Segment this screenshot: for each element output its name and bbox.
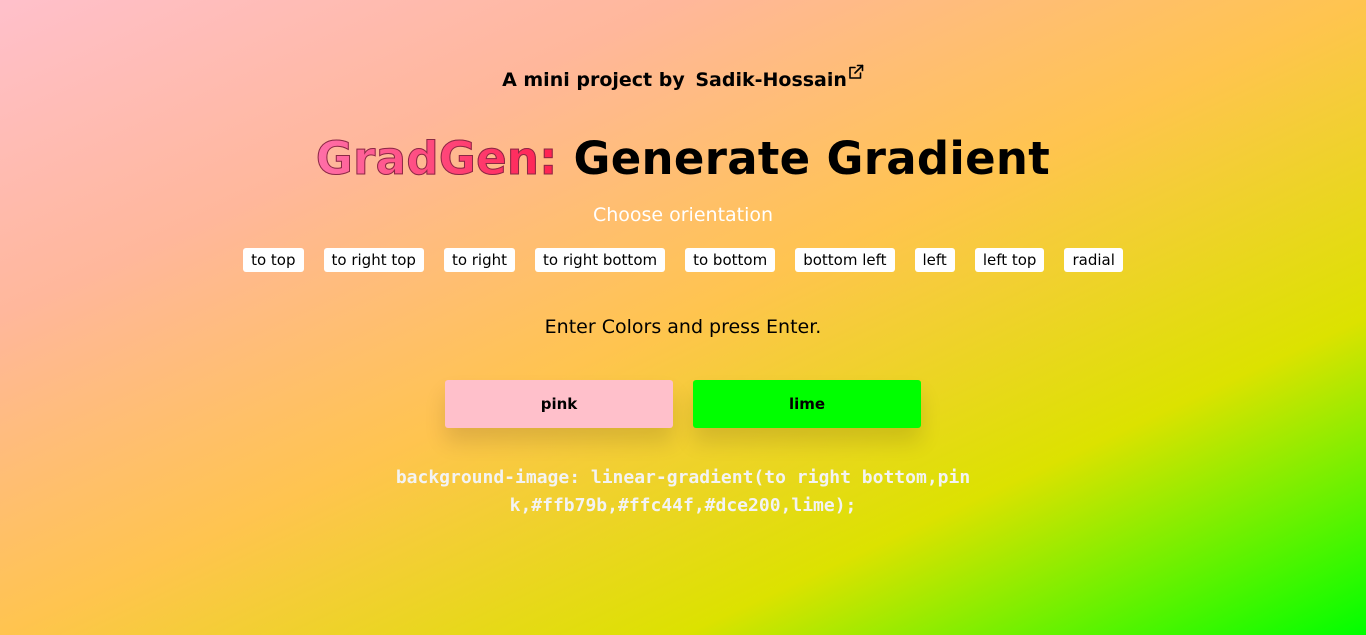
css-output-code[interactable]: background-image: linear-gradient(to rig… xyxy=(388,464,978,520)
byline: A mini project by Sadik-Hossain xyxy=(0,64,1366,95)
color-instruction: Enter Colors and press Enter. xyxy=(544,316,822,338)
external-link-icon xyxy=(849,64,864,79)
orientation-to-right-top-button[interactable]: to right top xyxy=(323,248,424,272)
orientation-radial-button[interactable]: radial xyxy=(1064,248,1123,272)
orientation-options: to top to right top to right to right bo… xyxy=(0,248,1366,272)
title-text: Generate Gradient xyxy=(573,132,1051,185)
orientation-left-top-button[interactable]: left top xyxy=(974,248,1045,272)
brand-name: GradGen: xyxy=(315,132,558,186)
byline-prefix: A mini project by xyxy=(502,69,685,91)
orientation-to-top-button[interactable]: to top xyxy=(243,248,304,272)
author-name: Sadik-Hossain xyxy=(695,69,847,91)
first-color-input[interactable] xyxy=(445,380,673,428)
orientation-bottom-left-button[interactable]: bottom left xyxy=(795,248,895,272)
orientation-label: Choose orientation xyxy=(592,204,774,226)
orientation-to-right-button[interactable]: to right xyxy=(443,248,516,272)
orientation-to-right-bottom-button[interactable]: to right bottom xyxy=(535,248,666,272)
second-color-input[interactable] xyxy=(693,380,921,428)
orientation-to-bottom-button[interactable]: to bottom xyxy=(685,248,776,272)
color-inputs xyxy=(445,380,921,428)
page-title: GradGen: Generate Gradient xyxy=(0,130,1366,188)
orientation-left-button[interactable]: left xyxy=(914,248,955,272)
author-link[interactable]: Sadik-Hossain xyxy=(695,64,864,91)
